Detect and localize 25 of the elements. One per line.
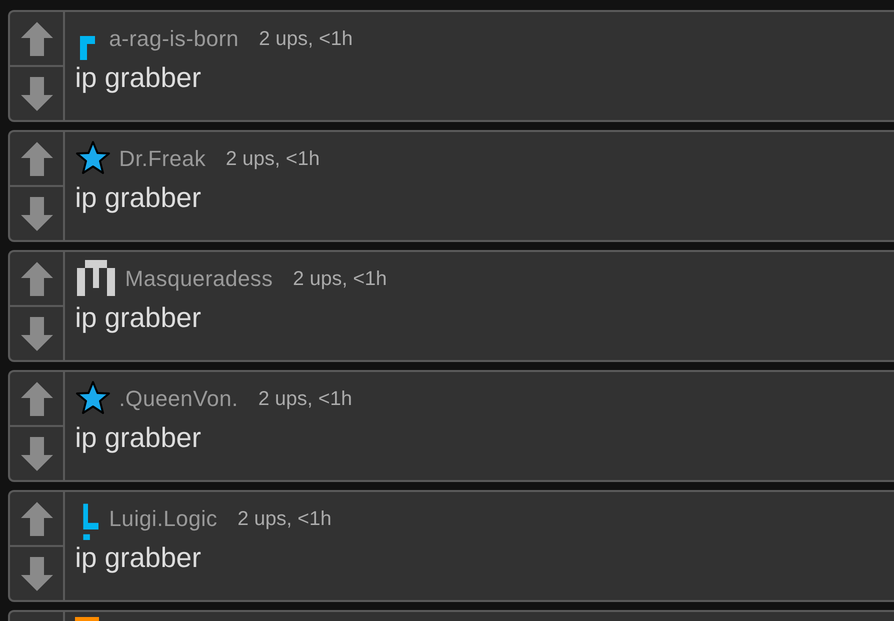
post-title[interactable]: ip grabber [75, 542, 894, 574]
up-arrow-icon [20, 382, 52, 416]
up-arrow-icon [20, 262, 52, 296]
down-arrow-icon [20, 76, 52, 110]
down-arrow-icon [20, 556, 52, 590]
post-meta: 2 ups, <1h [226, 148, 320, 170]
author-link[interactable]: Masqueradess [125, 266, 273, 292]
author-link[interactable]: a-rag-is-born [109, 26, 239, 52]
down-arrow-icon [20, 196, 52, 230]
post-title[interactable]: ip grabber [75, 62, 894, 94]
down-arrow-icon [20, 436, 52, 470]
down-arrow-icon [20, 316, 52, 350]
up-arrow-icon [20, 502, 52, 536]
post-title[interactable]: ip grabber [75, 422, 894, 454]
post-meta: 2 ups, <1h [292, 268, 387, 290]
post-meta: 2 ups, <1h [238, 508, 332, 530]
author-link[interactable]: Luigi.Logic [109, 506, 218, 532]
up-arrow-icon [20, 22, 52, 56]
author-link[interactable]: .QueenVon. [119, 386, 238, 412]
post-meta: 2 ups, <1h [258, 388, 352, 410]
post-title[interactable]: ip grabber [75, 182, 894, 214]
post-title[interactable]: ip grabber [75, 302, 894, 334]
post-meta: 2 ups, <1h [258, 28, 353, 50]
author-link[interactable]: Dr.Freak [119, 146, 206, 172]
up-arrow-icon [20, 142, 52, 176]
